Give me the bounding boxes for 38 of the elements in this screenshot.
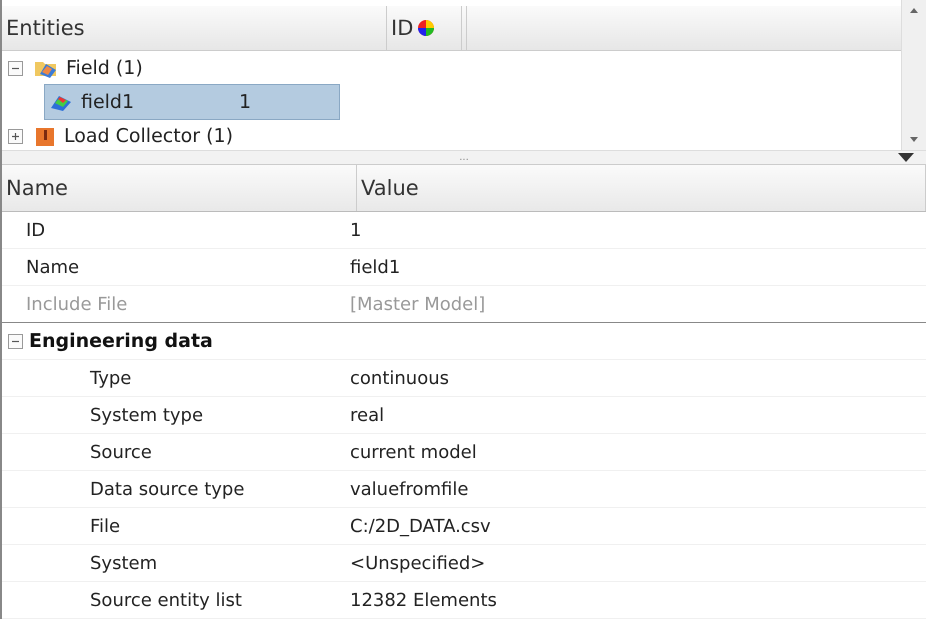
property-name: ID — [25, 220, 46, 240]
property-value[interactable]: field1 — [350, 256, 400, 278]
column-header[interactable]: Entities — [6, 16, 85, 40]
tree-item[interactable]: Load Collector (1) — [29, 118, 234, 150]
property-value[interactable]: valuefromfile — [350, 478, 468, 500]
property-value[interactable]: 1 — [350, 220, 362, 240]
property-row[interactable]: ID 1 — [2, 212, 926, 249]
property-value[interactable]: real — [350, 404, 384, 426]
property-value[interactable]: <Unspecified> — [350, 552, 486, 574]
property-name: System — [89, 552, 158, 574]
property-value[interactable]: C:/2D_DATA.csv — [350, 516, 491, 536]
property-value[interactable]: 12382 Elements — [350, 590, 497, 610]
property-name: Source — [89, 442, 153, 462]
property-row[interactable]: Name field1 — [2, 249, 926, 286]
property-value[interactable]: current model — [350, 442, 477, 462]
column-header[interactable]: ID — [391, 16, 414, 40]
column-header[interactable]: Name — [6, 176, 68, 200]
property-name: Include File — [25, 294, 128, 314]
property-name: Name — [25, 256, 80, 278]
dropdown-arrow-icon[interactable] — [898, 152, 914, 162]
scrollbar[interactable] — [901, 0, 926, 150]
property-name: Type — [89, 368, 132, 388]
column-header[interactable]: Value — [361, 176, 419, 200]
tree-item[interactable]: field1 1 — [44, 84, 340, 120]
property-name: Data source type — [89, 478, 246, 500]
scroll-down-icon[interactable] — [910, 136, 918, 142]
property-name: Source entity list — [89, 590, 243, 610]
collapse-toggle[interactable] — [8, 334, 23, 348]
color-wheel-icon — [417, 19, 436, 37]
property-name: File — [89, 516, 122, 536]
group-header: Engineering data — [29, 330, 213, 352]
scroll-up-icon[interactable] — [910, 8, 918, 13]
tree-item[interactable]: Field (1) — [29, 50, 144, 86]
property-value[interactable]: continuous — [350, 368, 449, 388]
load-icon — [34, 126, 56, 146]
property-name: System type — [89, 404, 204, 426]
expand-toggle[interactable] — [8, 128, 23, 144]
collapse-toggle[interactable] — [8, 60, 23, 76]
